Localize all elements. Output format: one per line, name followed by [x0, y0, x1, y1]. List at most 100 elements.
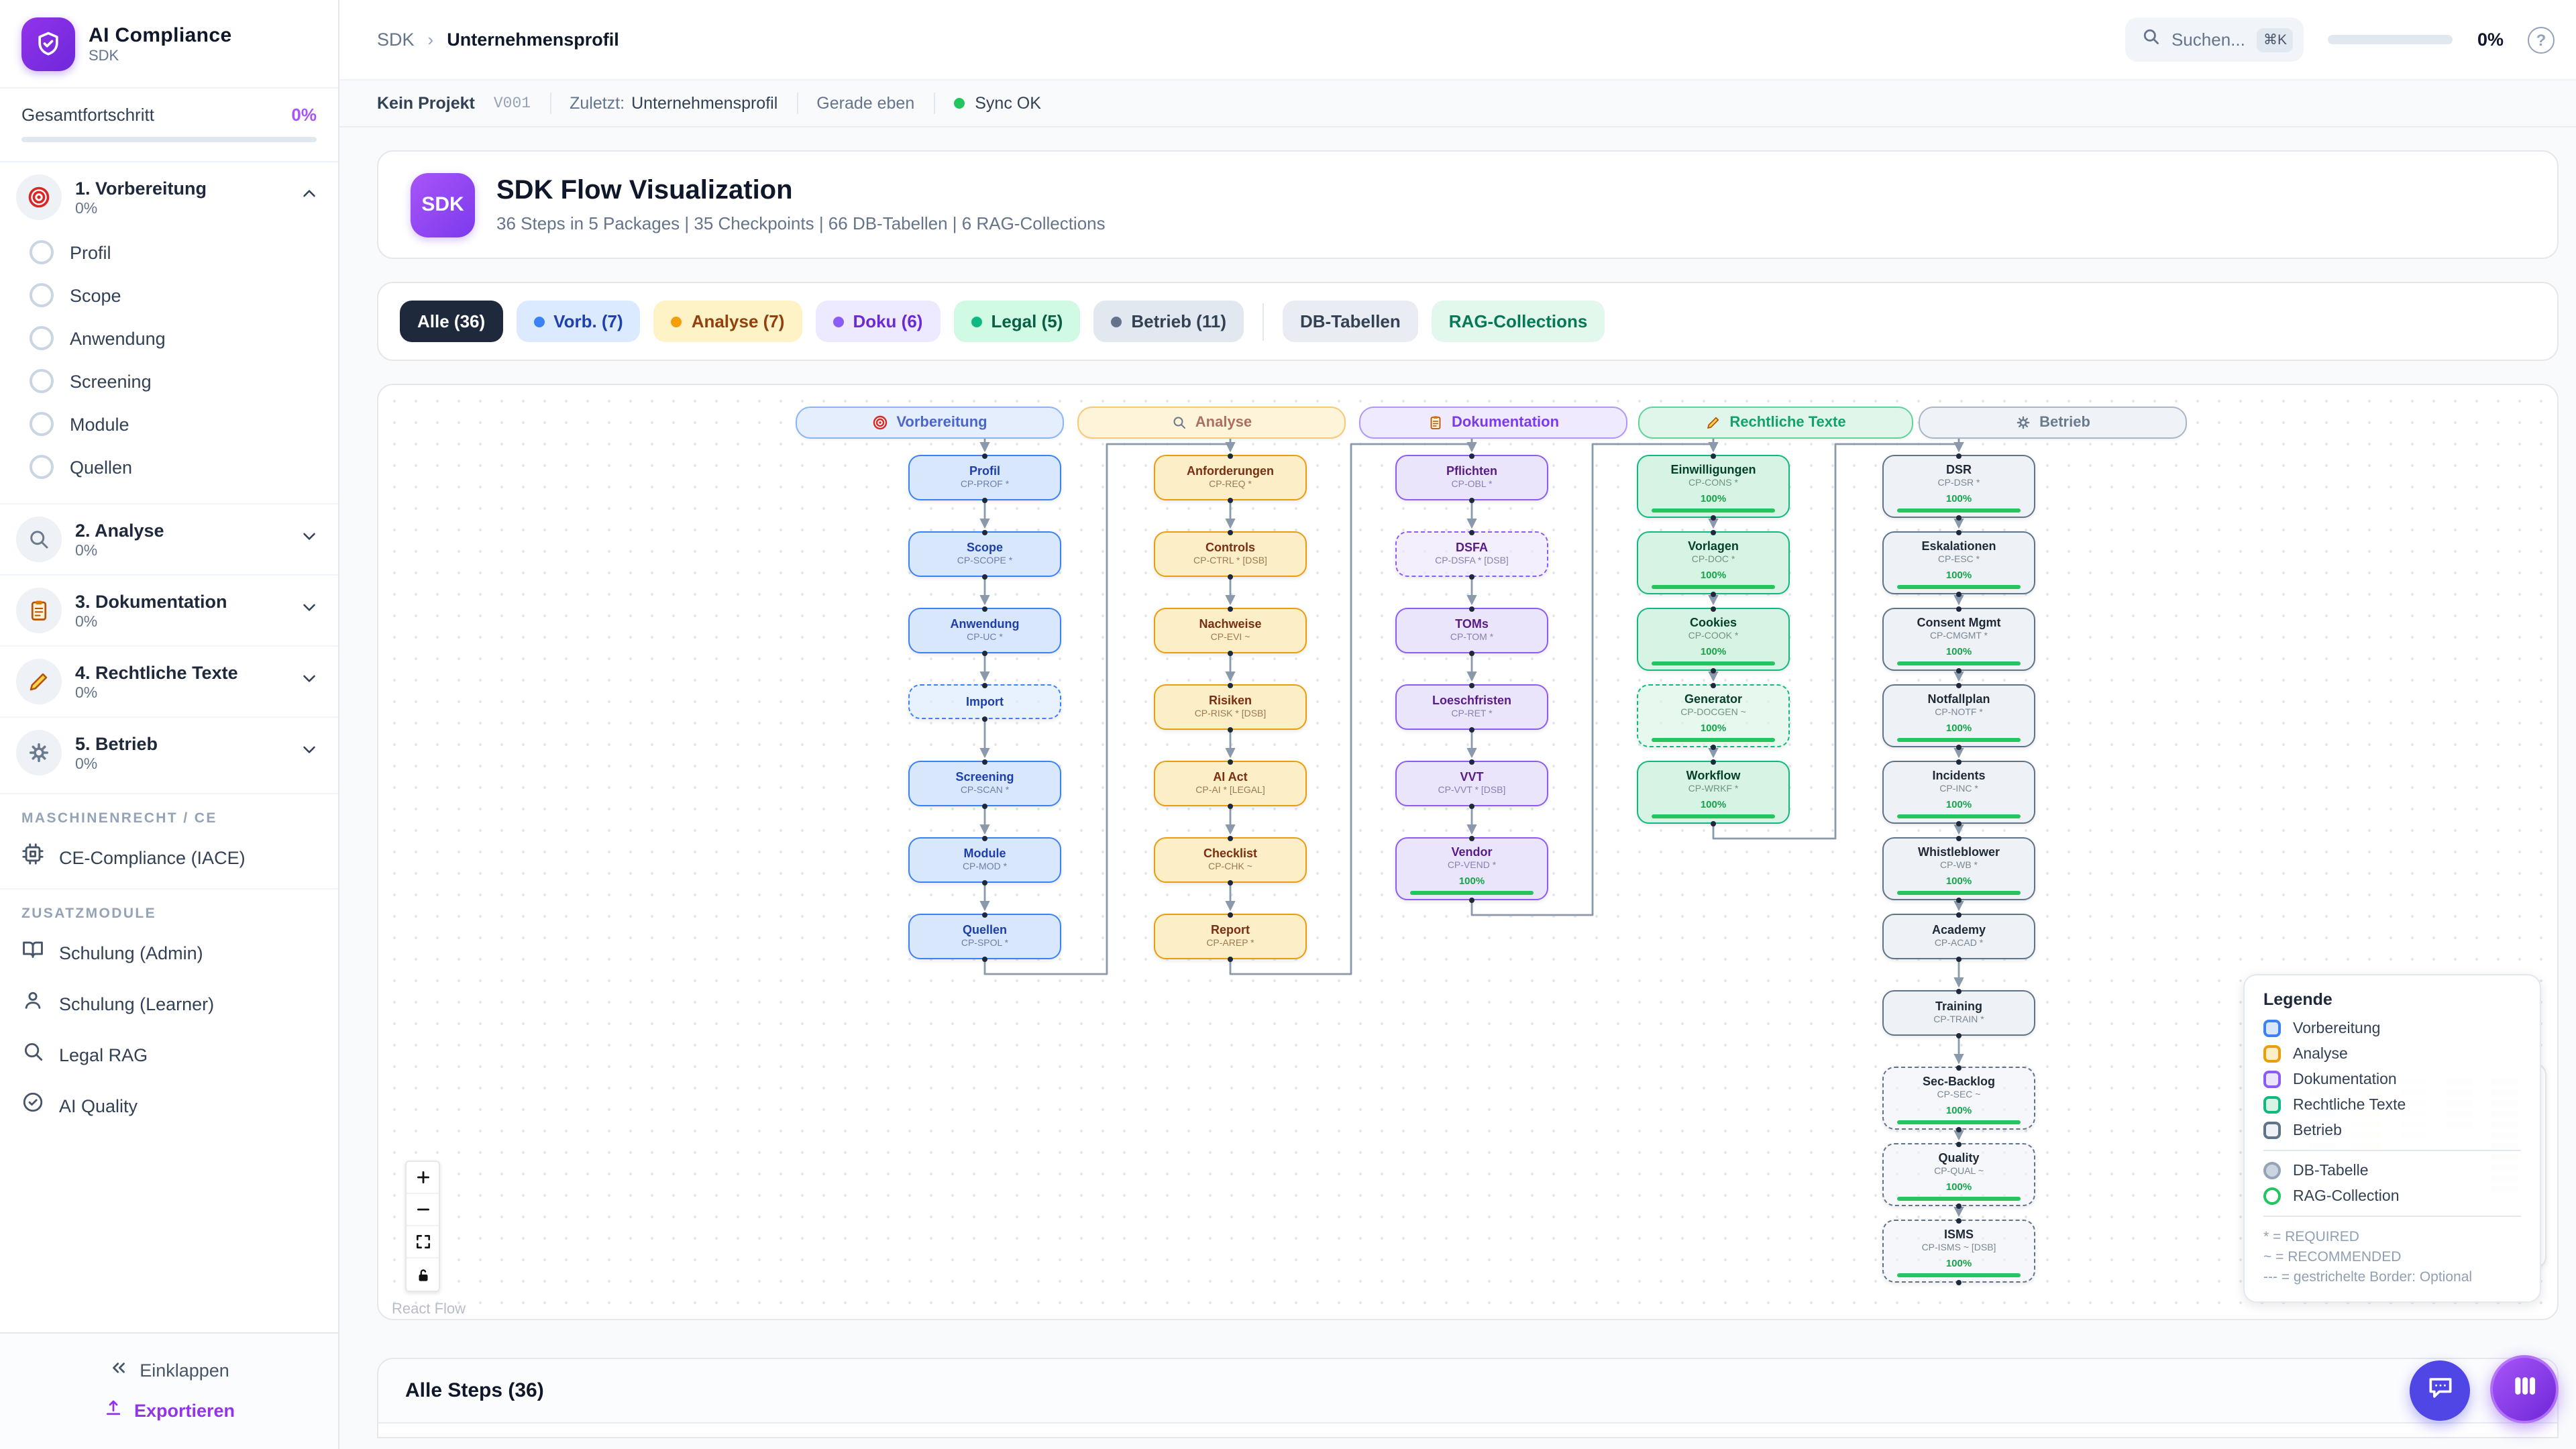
flow-node-vorlagen[interactable]: VorlagenCP-DOC *100%: [1637, 531, 1790, 594]
node-code: CP-CHK ~: [1208, 861, 1252, 875]
breadcrumb-current: Unternehmensprofil: [447, 30, 619, 50]
flow-node-sec-backlog[interactable]: Sec-BacklogCP-SEC ~100%: [1882, 1067, 2035, 1130]
flow-node-vendor[interactable]: VendorCP-VEND *100%: [1395, 837, 1548, 900]
zoom-in-button[interactable]: [407, 1162, 439, 1194]
step-label: Scope: [70, 285, 121, 305]
flow-node-anwendung[interactable]: AnwendungCP-UC *: [908, 608, 1061, 653]
flow-node-incidents[interactable]: IncidentsCP-INC *100%: [1882, 761, 2035, 824]
flow-node-academy[interactable]: AcademyCP-ACAD *: [1882, 914, 2035, 959]
package-toggle[interactable]: 5. Betrieb 0%: [16, 730, 319, 775]
filter-chip-alle-36-[interactable]: Alle (36): [400, 301, 502, 342]
flow-node-risiken[interactable]: RisikenCP-RISK * [DSB]: [1154, 684, 1307, 730]
flow-column-header-green[interactable]: Rechtliche Texte: [1638, 407, 1913, 439]
gear-icon: [2015, 415, 2031, 431]
chip-label: Legal (5): [991, 311, 1063, 331]
step-radio[interactable]: [30, 369, 54, 393]
step-radio[interactable]: [30, 326, 54, 350]
flow-node-whistleblower[interactable]: WhistleblowerCP-WB *100%: [1882, 837, 2035, 900]
package-toggle[interactable]: 2. Analyse 0%: [16, 517, 319, 562]
package-toggle[interactable]: 4. Rechtliche Texte 0%: [16, 659, 319, 704]
flow-node-screening[interactable]: ScreeningCP-SCAN *: [908, 761, 1061, 806]
flow-node-eskalationen[interactable]: EskalationenCP-ESC *100%: [1882, 531, 2035, 594]
filter-chip-vorb-7-[interactable]: Vorb. (7): [516, 301, 641, 342]
step-item-screening[interactable]: Screening: [16, 360, 319, 402]
chip-label: Alle (36): [417, 311, 485, 331]
lock-button[interactable]: [407, 1258, 439, 1291]
flow-node-controls[interactable]: ControlsCP-CTRL * [DSB]: [1154, 531, 1307, 577]
filter-chip-doku-6-[interactable]: Doku (6): [815, 301, 940, 342]
flow-column-header-purple[interactable]: Dokumentation: [1359, 407, 1627, 439]
flow-canvas[interactable]: Vorbereitung ProfilCP-PROF * ScopeCP-SCOPE…: [377, 384, 2559, 1320]
step-radio[interactable]: [30, 240, 54, 264]
flow-node-quellen[interactable]: QuellenCP-SPOL *: [908, 914, 1061, 959]
fit-view-button[interactable]: [407, 1226, 439, 1258]
flow-node-workflow[interactable]: WorkflowCP-WRKF *100%: [1637, 761, 1790, 824]
package-toggle[interactable]: 3. Dokumentation 0%: [16, 588, 319, 633]
collapse-sidebar-button[interactable]: Einklappen: [0, 1350, 338, 1390]
chat-assistant-button[interactable]: [2410, 1360, 2470, 1421]
flow-node-quality[interactable]: QualityCP-QUAL ~100%: [1882, 1143, 2035, 1206]
filter-chip-rag-collections[interactable]: RAG-Collections: [1432, 301, 1605, 342]
legend-swatch: [2263, 1045, 2281, 1063]
node-label: DSR: [1946, 461, 1972, 477]
sidebar-item-legal-rag[interactable]: Legal RAG: [0, 1029, 338, 1080]
flow-node-training[interactable]: TrainingCP-TRAIN *: [1882, 990, 2035, 1036]
flow-node-loeschfristen[interactable]: LoeschfristenCP-RET *: [1395, 684, 1548, 730]
flow-node-einwilligungen[interactable]: EinwilligungenCP-CONS *100%: [1637, 455, 1790, 518]
search-input[interactable]: Suchen... ⌘K: [2126, 17, 2304, 62]
node-progress-value: 100%: [1946, 1256, 1972, 1270]
flow-node-report[interactable]: ReportCP-AREP *: [1154, 914, 1307, 959]
step-item-profil[interactable]: Profil: [16, 231, 319, 274]
filter-chip-analyse-7-[interactable]: Analyse (7): [654, 301, 802, 342]
sidebar-item-ce-compliance-iace-[interactable]: CE-Compliance (IACE): [0, 832, 338, 883]
step-item-anwendung[interactable]: Anwendung: [16, 317, 319, 360]
flow-node-generator[interactable]: GeneratorCP-DOCGEN ~100%: [1637, 684, 1790, 747]
flow-column-header-amber[interactable]: Analyse: [1077, 407, 1346, 439]
board-view-button[interactable]: [2490, 1355, 2559, 1424]
filter-chip-db-tabellen[interactable]: DB-Tabellen: [1283, 301, 1418, 342]
step-radio[interactable]: [30, 455, 54, 479]
step-radio[interactable]: [30, 283, 54, 307]
sidebar-item-ai-quality[interactable]: AI Quality: [0, 1080, 338, 1131]
flow-node-toms[interactable]: TOMsCP-TOM *: [1395, 608, 1548, 653]
flow-node-cookies[interactable]: CookiesCP-COOK *100%: [1637, 608, 1790, 671]
step-item-scope[interactable]: Scope: [16, 274, 319, 317]
node-label: Consent Mgmt: [1917, 614, 2001, 630]
flow-node-import[interactable]: Import: [908, 684, 1061, 719]
node-label: Risiken: [1209, 692, 1252, 708]
node-code: CP-ACAD *: [1935, 938, 1983, 951]
node-code: CP-WRKF *: [1688, 783, 1739, 796]
flow-node-anforderungen[interactable]: AnforderungenCP-REQ *: [1154, 455, 1307, 500]
step-label: Anwendung: [70, 328, 166, 348]
export-button[interactable]: Exportieren: [0, 1390, 338, 1430]
flow-node-profil[interactable]: ProfilCP-PROF *: [908, 455, 1061, 500]
flow-node-dsr[interactable]: DSRCP-DSR *100%: [1882, 455, 2035, 518]
flow-node-checklist[interactable]: ChecklistCP-CHK ~: [1154, 837, 1307, 883]
flow-node-nachweise[interactable]: NachweiseCP-EVI ~: [1154, 608, 1307, 653]
flow-column-header-slate[interactable]: Betrieb: [1919, 407, 2187, 439]
flow-node-scope[interactable]: ScopeCP-SCOPE *: [908, 531, 1061, 577]
filter-chip-legal-5-[interactable]: Legal (5): [953, 301, 1080, 342]
flow-node-vvt[interactable]: VVTCP-VVT * [DSB]: [1395, 761, 1548, 806]
flow-node-ai-act[interactable]: AI ActCP-AI * [LEGAL]: [1154, 761, 1307, 806]
flow-node-module[interactable]: ModuleCP-MOD *: [908, 837, 1061, 883]
flow-node-isms[interactable]: ISMSCP-ISMS ~ [DSB]100%: [1882, 1220, 2035, 1283]
filter-chip-betrieb-11-[interactable]: Betrieb (11): [1093, 301, 1244, 342]
sidebar-item-schulung-learner-[interactable]: Schulung (Learner): [0, 978, 338, 1029]
flow-node-pflichten[interactable]: PflichtenCP-OBL *: [1395, 455, 1548, 500]
flow-column-header-blue[interactable]: Vorbereitung: [796, 407, 1064, 439]
help-icon[interactable]: ?: [2528, 26, 2555, 53]
node-code: CP-TOM *: [1450, 632, 1493, 645]
flow-node-consent-mgmt[interactable]: Consent MgmtCP-CMGMT *100%: [1882, 608, 2035, 671]
flow-node-dsfa[interactable]: DSFACP-DSFA * [DSB]: [1395, 531, 1548, 577]
sidebar-item-label: Legal RAG: [59, 1044, 148, 1065]
package-progress: 0%: [75, 685, 286, 701]
step-item-module[interactable]: Module: [16, 402, 319, 445]
zoom-out-button[interactable]: [407, 1194, 439, 1226]
breadcrumb-root[interactable]: SDK: [377, 30, 415, 50]
step-item-quellen[interactable]: Quellen: [16, 445, 319, 488]
package-toggle[interactable]: 1. Vorbereitung 0%: [16, 174, 319, 220]
flow-node-notfallplan[interactable]: NotfallplanCP-NOTF *100%: [1882, 684, 2035, 747]
step-radio[interactable]: [30, 412, 54, 436]
sidebar-item-schulung-admin-[interactable]: Schulung (Admin): [0, 927, 338, 978]
